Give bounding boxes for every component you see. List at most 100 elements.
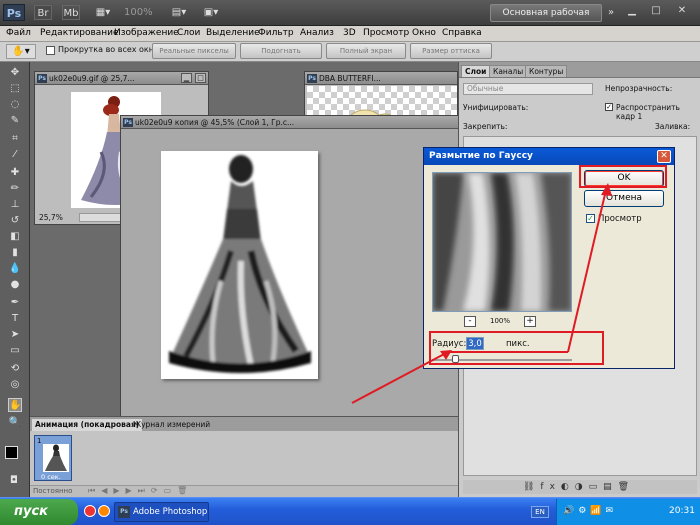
type-tool-icon[interactable]: T — [8, 312, 22, 326]
menu-layers[interactable]: Слои — [177, 28, 200, 38]
tray-icons[interactable]: 🔊⚙📶✉ — [563, 506, 617, 516]
menu-view[interactable]: Просмотр — [363, 28, 409, 38]
bridge-icon[interactable]: Br — [34, 5, 52, 20]
crop-tool-icon[interactable]: ⌗ — [8, 132, 22, 146]
options-bar: ✋▾ Прокрутка во всех окнах Реальные пикс… — [0, 42, 700, 62]
screen-mode-icon[interactable]: ▣▾ — [200, 5, 222, 20]
tab-measurement-log[interactable]: Журнал измерений — [130, 419, 213, 431]
fit-screen-button[interactable]: Подогнать — [240, 43, 322, 59]
menu-window[interactable]: Окно — [412, 28, 436, 38]
close-icon[interactable]: ✕ — [674, 4, 690, 18]
menu-file[interactable]: Файл — [6, 28, 31, 38]
zoom-out-button[interactable]: - — [464, 316, 476, 327]
document-window-copy[interactable]: Ps uk02e0u9 копия @ 45,5% (Слой 1, Гр.с.… — [120, 115, 462, 417]
radius-unit: пикс. — [506, 339, 530, 349]
path-select-tool-icon[interactable]: ➤ — [8, 328, 22, 342]
shape-tool-icon[interactable]: ▭ — [8, 344, 22, 358]
animation-frame-1[interactable]: 1 0 сек. — [34, 435, 72, 481]
tab-layers[interactable]: Слои — [461, 65, 491, 77]
menu-3d[interactable]: 3D — [343, 28, 356, 38]
fill-label: Заливка: — [655, 122, 691, 131]
menu-filter[interactable]: Фильтр — [258, 28, 294, 38]
blend-mode-select[interactable]: Обычные — [463, 83, 593, 95]
healing-brush-tool-icon[interactable]: ✚ — [8, 166, 22, 180]
ok-button[interactable]: OK — [584, 170, 664, 187]
preview-checkbox[interactable]: ✓ — [586, 214, 595, 223]
dodge-tool-icon[interactable]: ● — [8, 278, 22, 292]
unify-label: Унифицировать: — [463, 103, 529, 112]
blur-tool-icon[interactable]: 💧 — [8, 262, 22, 276]
doc-maximize-icon[interactable]: □ — [195, 73, 206, 83]
taskbar-photoshop-item[interactable]: Ps Adobe Photoshop CS... — [114, 502, 209, 522]
gaussian-blur-dialog: Размытие по Гауссу ✕ - 100% + OK Отмена … — [423, 147, 675, 369]
3d-orbit-tool-icon[interactable]: ◎ — [8, 378, 22, 392]
firefox-quicklaunch-icon[interactable] — [98, 505, 110, 517]
view-extras-icon[interactable]: ▦▾ — [92, 5, 114, 20]
menu-image[interactable]: Изображение — [114, 28, 179, 38]
document-title-bar[interactable]: Ps uk02e0u9 копия @ 45,5% (Слой 1, Гр.с.… — [121, 116, 461, 129]
ps-doc-icon: Ps — [123, 118, 133, 127]
quick-mask-icon[interactable]: ◘ — [7, 474, 21, 488]
brush-tool-icon[interactable]: ✏ — [8, 182, 22, 196]
menu-help[interactable]: Справка — [442, 28, 482, 38]
workspace-menu-icon[interactable]: » — [606, 5, 616, 20]
menu-bar: Файл Редактирование Изображение Слои Выд… — [0, 26, 700, 42]
radius-input[interactable]: 3,0 — [466, 337, 484, 350]
clone-stamp-tool-icon[interactable]: ⊥ — [8, 198, 22, 212]
doc-zoom-value[interactable]: 25,7% — [39, 213, 63, 222]
hand-tool-icon[interactable]: ✋ — [8, 398, 22, 412]
tab-animation[interactable]: Анимация (покадровая) — [32, 419, 143, 431]
maximize-icon[interactable]: □ — [648, 4, 664, 18]
actual-pixels-button[interactable]: Реальные пикселы — [152, 43, 236, 59]
document-title-bar[interactable]: Ps DBA BUTTERFI... — [305, 72, 457, 85]
quick-select-tool-icon[interactable]: ✎ — [8, 114, 22, 128]
move-tool-icon[interactable]: ✥ — [8, 66, 22, 80]
zoom-level[interactable]: 100% — [124, 5, 153, 20]
3d-rotate-tool-icon[interactable]: ⟲ — [8, 362, 22, 376]
eraser-tool-icon[interactable]: ◧ — [8, 230, 22, 244]
document-canvas[interactable] — [161, 151, 318, 379]
workspace-button[interactable]: Основная рабочая среда — [490, 4, 602, 34]
layers-footer-icons[interactable]: ⛓fx◐◑▭▤🗑 — [463, 480, 697, 494]
eyedropper-tool-icon[interactable]: ⁄ — [8, 148, 22, 162]
cancel-button[interactable]: Отмена — [584, 190, 664, 207]
ps-doc-icon: Ps — [37, 74, 47, 83]
zoom-tool-icon[interactable]: 🔍 — [8, 416, 22, 430]
clock: 20:31 — [669, 506, 695, 516]
dialog-close-icon[interactable]: ✕ — [657, 150, 671, 163]
marquee-tool-icon[interactable]: ⬚ — [8, 82, 22, 96]
document-title: uk02e0u9 копия @ 45,5% (Слой 1, Гр.с... — [135, 118, 295, 127]
toolbox: ✥ ⬚ ◌ ✎ ⌗ ⁄ ✚ ✏ ⊥ ↺ ◧ ▮ 💧 ● ✒ T ➤ ▭ ⟲ ◎ … — [0, 62, 30, 497]
language-indicator[interactable]: EN — [531, 506, 549, 518]
arrange-documents-icon[interactable]: ▤▾ — [168, 5, 190, 20]
radius-slider-thumb[interactable] — [452, 355, 459, 363]
doc-minimize-icon[interactable]: ▁ — [181, 73, 192, 83]
menu-analysis[interactable]: Анализ — [300, 28, 334, 38]
minimize-icon[interactable]: ▁ — [624, 4, 640, 18]
history-brush-tool-icon[interactable]: ↺ — [8, 214, 22, 228]
menu-edit[interactable]: Редактирование — [40, 28, 119, 38]
tab-paths[interactable]: Контуры — [525, 65, 568, 77]
lasso-tool-icon[interactable]: ◌ — [8, 98, 22, 112]
hand-tool-preset-icon[interactable]: ✋▾ — [6, 44, 36, 59]
pen-tool-icon[interactable]: ✒ — [8, 296, 22, 310]
dialog-title[interactable]: Размытие по Гауссу — [424, 148, 674, 165]
foreground-color-swatch[interactable] — [5, 446, 18, 459]
gradient-tool-icon[interactable]: ▮ — [8, 246, 22, 260]
app-bar: Ps Br Mb ▦▾ 100% ▤▾ ▣▾ Основная рабочая … — [0, 0, 700, 34]
zoom-in-button[interactable]: + — [524, 316, 536, 327]
tab-channels[interactable]: Каналы — [489, 65, 528, 77]
print-size-button[interactable]: Размер оттиска — [410, 43, 492, 59]
spread-frame-checkbox[interactable]: ✓ — [605, 103, 613, 111]
playback-controls-icons[interactable]: ⏮◀▶▶⏭⟳▭🗑 — [88, 486, 193, 496]
minibridge-icon[interactable]: Mb — [62, 5, 80, 20]
fill-screen-button[interactable]: Полный экран — [326, 43, 406, 59]
start-button[interactable]: пуск — [0, 499, 78, 525]
frame-delay[interactable]: 0 сек. — [41, 473, 61, 481]
loop-select[interactable]: Постоянно — [33, 487, 72, 495]
opera-quicklaunch-icon[interactable] — [84, 505, 96, 517]
preview-label: Просмотр — [598, 214, 642, 224]
blur-preview[interactable] — [432, 172, 572, 312]
menu-select[interactable]: Выделение — [206, 28, 260, 38]
scroll-all-checkbox[interactable] — [46, 46, 55, 55]
